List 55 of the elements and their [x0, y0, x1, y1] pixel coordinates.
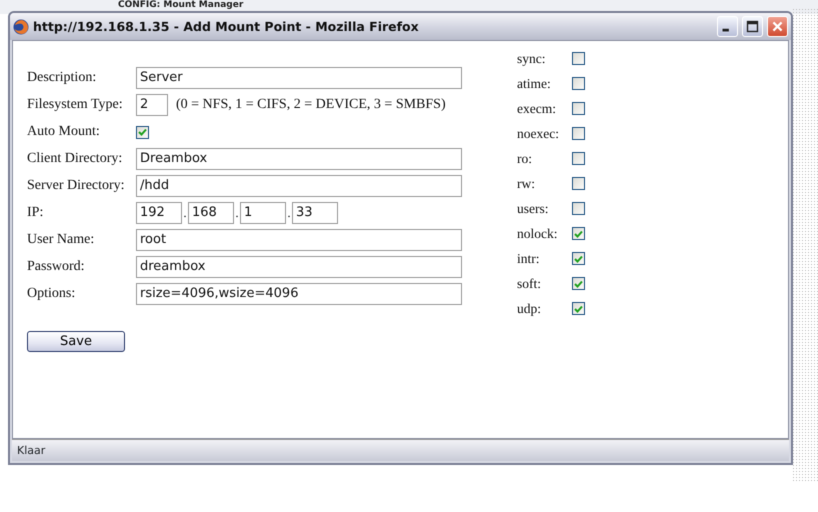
- option-label: execm:: [517, 100, 557, 116]
- checkbox[interactable]: [572, 252, 585, 265]
- checkbox[interactable]: [572, 77, 585, 90]
- checkbox[interactable]: [572, 127, 585, 140]
- text-field[interactable]: root: [136, 229, 462, 251]
- status-bar: Klaar: [12, 439, 789, 461]
- option-label: udp:: [517, 300, 542, 316]
- checkbox[interactable]: [572, 152, 585, 165]
- text-field[interactable]: Server: [136, 67, 462, 89]
- option-label: nolock:: [517, 226, 558, 242]
- ip-separator: .: [234, 205, 240, 221]
- checkbox[interactable]: [572, 227, 585, 240]
- field-label: Client Directory:: [27, 151, 124, 167]
- checkbox[interactable]: [572, 302, 585, 315]
- ip-octet-field[interactable]: 192: [136, 202, 182, 224]
- ip-octet-field[interactable]: 1: [240, 202, 286, 224]
- ip-separator: .: [286, 205, 292, 221]
- window-title: http://192.168.1.35 - Add Mount Point - Mozilla Firefox: [33, 19, 420, 34]
- field-label: User Name:: [27, 232, 96, 248]
- option-label: sync:: [517, 50, 546, 66]
- option-label: rw:: [517, 176, 536, 192]
- text-field[interactable]: 2: [136, 94, 168, 116]
- field-label: Server Directory:: [27, 178, 126, 194]
- checkbox[interactable]: [572, 102, 585, 115]
- save-button[interactable]: Save: [27, 331, 125, 352]
- field-label: Auto Mount:: [27, 124, 101, 140]
- field-label: Options:: [27, 286, 76, 302]
- ip-octet-field[interactable]: 168: [188, 202, 234, 224]
- checkbox[interactable]: [572, 277, 585, 290]
- field-label: Filesystem Type:: [27, 97, 124, 113]
- option-label: intr:: [517, 250, 540, 266]
- checkbox[interactable]: [572, 177, 585, 190]
- field-label: IP:: [27, 205, 44, 221]
- text-field[interactable]: Dreambox: [136, 148, 462, 170]
- ip-octet-field[interactable]: 33: [292, 202, 338, 224]
- ip-separator: .: [182, 205, 188, 221]
- text-field[interactable]: /hdd: [136, 175, 462, 197]
- page-title: CONFIG: Mount Manager: [118, 0, 244, 10]
- maximize-icon[interactable]: [742, 16, 763, 37]
- field-label: Description:: [27, 70, 98, 86]
- checkbox[interactable]: [572, 202, 585, 215]
- hint-text: (0 = NFS, 1 = CIFS, 2 = DEVICE, 3 = SMBFS): [176, 97, 446, 113]
- checkbox[interactable]: [572, 52, 585, 65]
- minimize-icon[interactable]: [717, 16, 738, 37]
- option-label: ro:: [517, 150, 533, 166]
- checkbox[interactable]: [136, 126, 149, 138]
- close-icon[interactable]: [767, 16, 788, 37]
- browser-logo-icon: [13, 18, 29, 34]
- option-label: atime:: [517, 76, 552, 92]
- option-label: noexec:: [517, 126, 560, 142]
- option-label: soft:: [517, 276, 542, 292]
- field-label: Password:: [27, 259, 86, 275]
- text-field[interactable]: rsize=4096,wsize=4096: [136, 283, 462, 305]
- text-field[interactable]: dreambox: [136, 256, 462, 278]
- option-label: users:: [517, 200, 550, 216]
